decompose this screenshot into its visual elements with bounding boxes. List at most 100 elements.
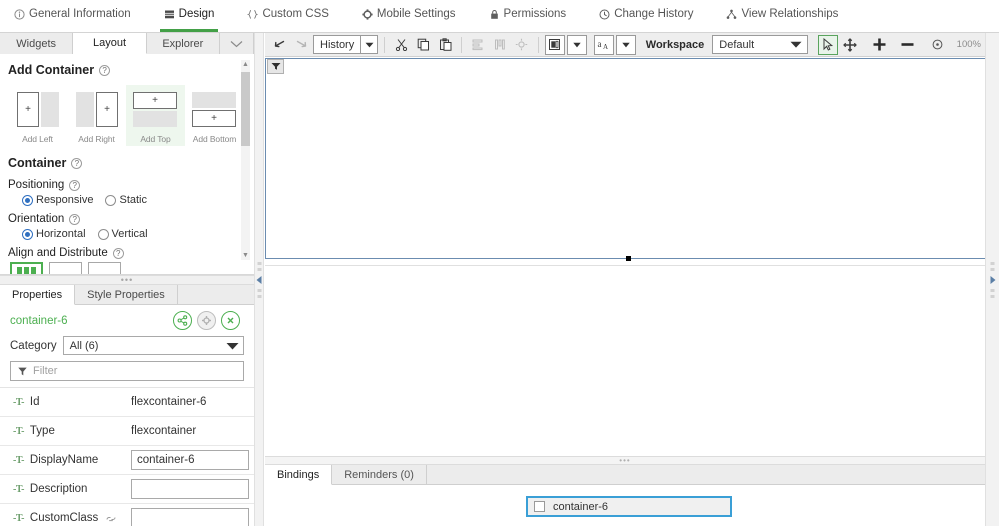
zoom-in-button[interactable] [870,35,890,55]
tab-custom-css[interactable]: Custom CSS [247,0,341,32]
help-icon[interactable]: ? [113,248,124,259]
tab-label: Mobile Settings [377,9,456,31]
add-bottom-option[interactable]: + Add Bottom [185,85,244,146]
add-left-option[interactable]: + Add Left [8,85,67,146]
add-top-label: Add Top [140,134,170,144]
radio-label: Horizontal [36,228,86,240]
tab-design[interactable]: Design [164,0,228,32]
tab-label: Change History [614,9,693,31]
workspace-select[interactable]: Default [712,35,807,54]
share-icon[interactable] [173,311,192,330]
filter-placeholder: Filter [33,365,57,377]
tab-bindings[interactable]: Bindings [265,465,332,485]
binding-checkbox[interactable] [534,501,545,512]
gear-icon [362,9,373,30]
paste-button[interactable] [435,35,455,55]
caret-down-icon[interactable] [360,36,377,53]
table-row[interactable]: -T- Type flexcontainer [0,417,254,446]
tab-label: Reminders (0) [344,469,414,481]
left-panel-horizontal-splitter[interactable]: ••• [0,275,254,285]
help-icon[interactable]: ? [71,158,82,169]
help-icon[interactable]: ? [69,180,80,191]
radio-responsive[interactable]: Responsive [22,194,93,206]
property-value: flexcontainer [131,425,196,437]
help-icon[interactable]: ? [69,214,80,225]
tab-permissions[interactable]: Permissions [489,0,580,32]
caret-down-icon [573,42,581,48]
tab-change-history[interactable]: Change History [599,0,706,32]
table-row[interactable]: -T- Description [0,475,254,504]
category-select[interactable]: All (6) [63,336,244,355]
table-row[interactable]: -T- CustomClass [0,504,254,526]
font-button[interactable]: aA [594,35,614,55]
bottom-horizontal-splitter[interactable]: ••• [265,456,985,465]
align-button-center[interactable] [49,262,82,275]
table-row[interactable]: -T- DisplayName container-6 [0,446,254,475]
displayname-input[interactable]: container-6 [131,450,249,470]
add-right-glyph: + [72,89,121,131]
left-panel-collapse-button[interactable] [220,33,254,54]
copy-button[interactable] [413,35,433,55]
left-vertical-splitter[interactable] [254,33,264,526]
plus-box: + [192,110,236,127]
scroll-up-icon[interactable]: ▲ [241,60,250,69]
tab-properties[interactable]: Properties [0,285,75,305]
zoom-reset-button[interactable] [928,35,948,55]
bindings-tabs: Bindings Reminders (0) [265,465,985,485]
add-bottom-glyph: + [190,89,239,131]
close-icon[interactable] [221,311,240,330]
scroll-down-icon[interactable]: ▼ [241,251,250,260]
property-key: -T- Description [13,483,131,495]
tab-mobile-settings[interactable]: Mobile Settings [362,0,469,32]
description-input[interactable] [131,479,249,499]
canvas-container-element[interactable] [265,58,985,259]
add-container-title: Add Container [8,63,94,77]
canvas-tool-button[interactable] [267,59,284,74]
layout-pane-scrollbar[interactable]: ▲ ▼ [241,60,250,260]
align-button-end[interactable] [88,262,121,275]
select-tool-button[interactable] [818,35,838,55]
collapse-right-arrow-icon[interactable] [990,276,995,284]
canvas-divider [265,265,985,266]
customclass-input[interactable] [131,508,249,526]
history-dropdown[interactable]: History [313,35,378,54]
cut-button[interactable] [391,35,411,55]
undo-button[interactable] [269,35,289,55]
right-vertical-splitter[interactable] [985,33,999,526]
left-panel-tabs: Widgets Layout Explorer [0,33,254,54]
tab-widgets[interactable]: Widgets [0,33,73,54]
add-right-option[interactable]: + Add Right [67,85,126,146]
tab-explorer[interactable]: Explorer [147,33,220,54]
resize-handle[interactable] [626,256,631,261]
scrollbar-thumb[interactable] [241,72,250,146]
splitter-grip [990,262,995,298]
radio-vertical[interactable]: Vertical [98,228,148,240]
radio-static[interactable]: Static [105,194,147,206]
filter-input[interactable]: Filter [10,361,244,381]
category-value: All (6) [70,340,99,352]
radio-horizontal[interactable]: Horizontal [22,228,86,240]
plus-icon [872,37,887,52]
align-button-start[interactable] [10,262,43,275]
workspace-label: Workspace [646,39,705,51]
align-bar [24,267,29,274]
pan-tool-button[interactable] [840,35,860,55]
table-row[interactable]: -T- Id flexcontainer-6 [0,388,254,417]
font-dropdown[interactable] [616,35,636,55]
tab-view-relationships[interactable]: View Relationships [726,0,851,32]
help-icon[interactable]: ? [99,65,110,76]
layout-button[interactable] [545,35,565,55]
tab-layout[interactable]: Layout [73,33,146,54]
layout-dropdown[interactable] [567,35,587,55]
tab-reminders[interactable]: Reminders (0) [332,465,427,484]
align-distribute-label: Align and Distribute [8,247,108,259]
zoom-out-button[interactable] [898,35,918,55]
grip-dot [991,289,995,292]
grip-dot [257,289,261,292]
binding-item[interactable]: container-6 [526,496,732,517]
add-top-option[interactable]: + Add Top [126,85,185,146]
tab-general-information[interactable]: General Information [14,0,144,32]
design-canvas[interactable] [265,57,985,456]
tab-style-properties[interactable]: Style Properties [75,285,178,304]
collapse-left-arrow-icon[interactable] [257,276,262,284]
